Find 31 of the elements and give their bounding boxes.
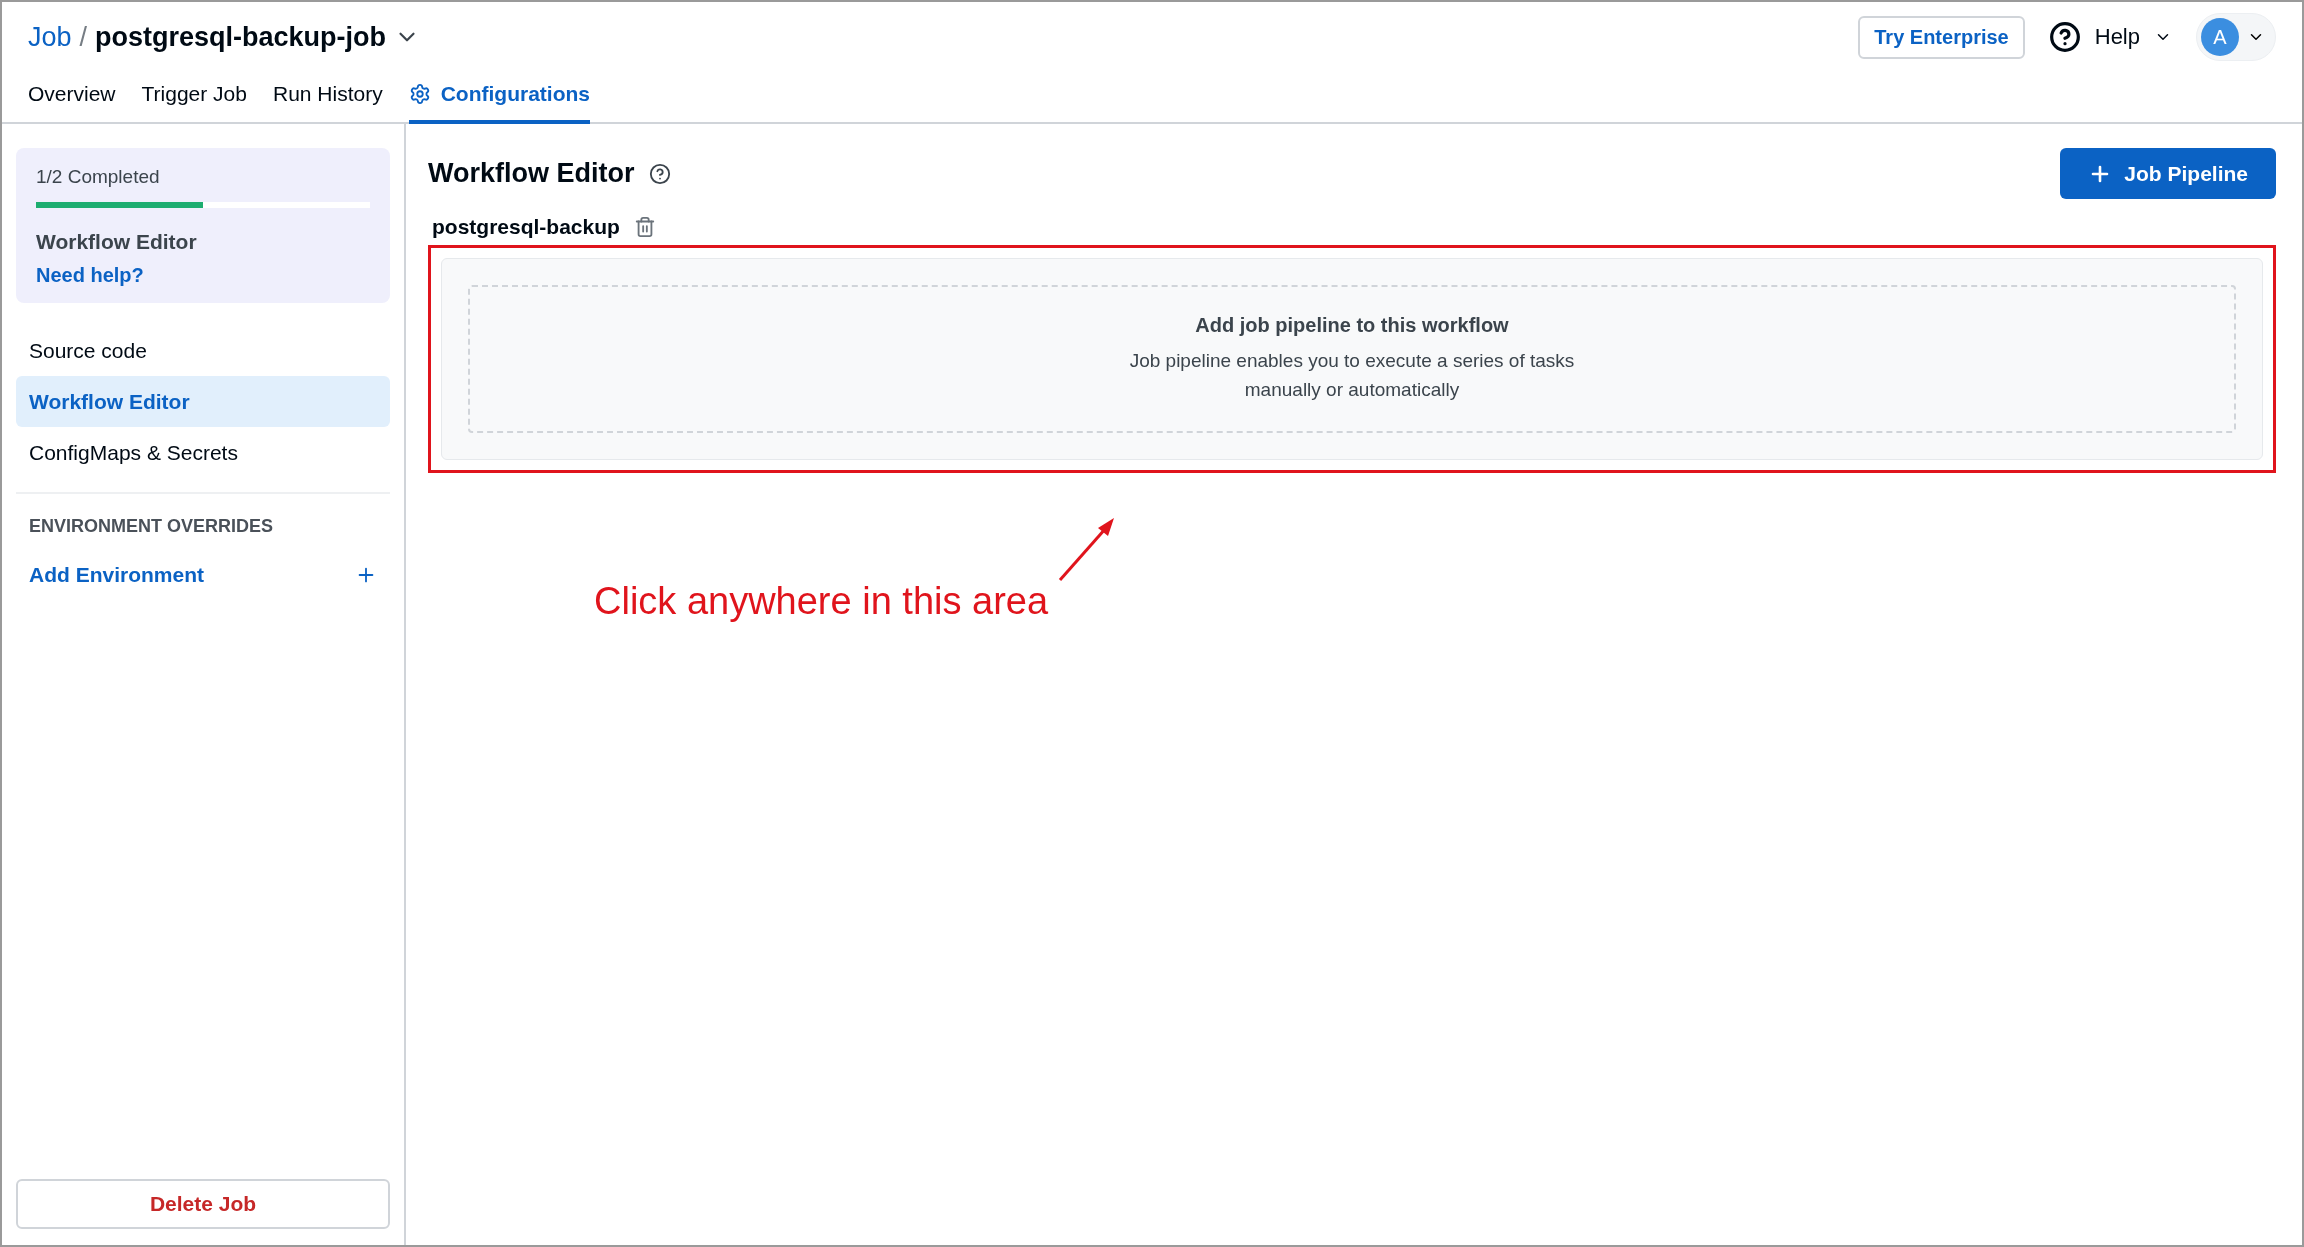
sidebar-item[interactable]: Source code [16,325,390,376]
delete-job-button[interactable]: Delete Job [16,1179,390,1229]
breadcrumb-link[interactable]: Job [28,21,72,53]
tab[interactable]: Trigger Job [141,72,247,124]
empty-description: Job pipeline enables you to execute a series of tasks manually or automatically [1129,349,1575,402]
try-enterprise-button[interactable]: Try Enterprise [1858,15,2025,59]
annotation-text: Click anywhere in this area [594,580,1049,623]
delete-icon[interactable] [633,216,656,238]
job-title: postgresql-backup-job [95,21,387,53]
help-menu-button[interactable]: Help [2048,21,2172,53]
need-help-link[interactable]: Need help? [36,264,370,287]
add-environment-button[interactable]: Add Environment [16,555,390,595]
progress-label: 1/2 Completed [36,166,161,188]
gear-icon [408,83,431,105]
sidebar-item[interactable]: ConfigMaps & Secrets [16,427,390,478]
empty-title: Add job pipeline to this workflow [1195,314,1509,337]
help-icon [2048,21,2081,53]
tab[interactable]: Overview [28,72,116,124]
user-menu-button[interactable]: A [2196,13,2276,61]
section-title: ENVIRONMENT OVERRIDES [28,516,275,537]
tab[interactable]: Configurations [408,72,590,124]
sidebar-item[interactable]: Workflow Editor [16,376,390,427]
page-title: Workflow Editor [428,158,635,189]
progress-step: Workflow Editor [36,230,370,254]
user-avatar: A [2201,18,2239,56]
workflow-card[interactable]: Add job pipeline to this workflow Job pipeline enables you to execute a series of tasks manually or automatically [441,258,2263,460]
tab[interactable]: Run History [272,72,383,124]
add-job-pipeline-button[interactable]: Job Pipeline [2060,148,2276,199]
breadcrumb-separator: / [79,21,88,53]
workflow-name: postgresql-backup [432,215,620,239]
help-icon[interactable] [648,162,671,185]
